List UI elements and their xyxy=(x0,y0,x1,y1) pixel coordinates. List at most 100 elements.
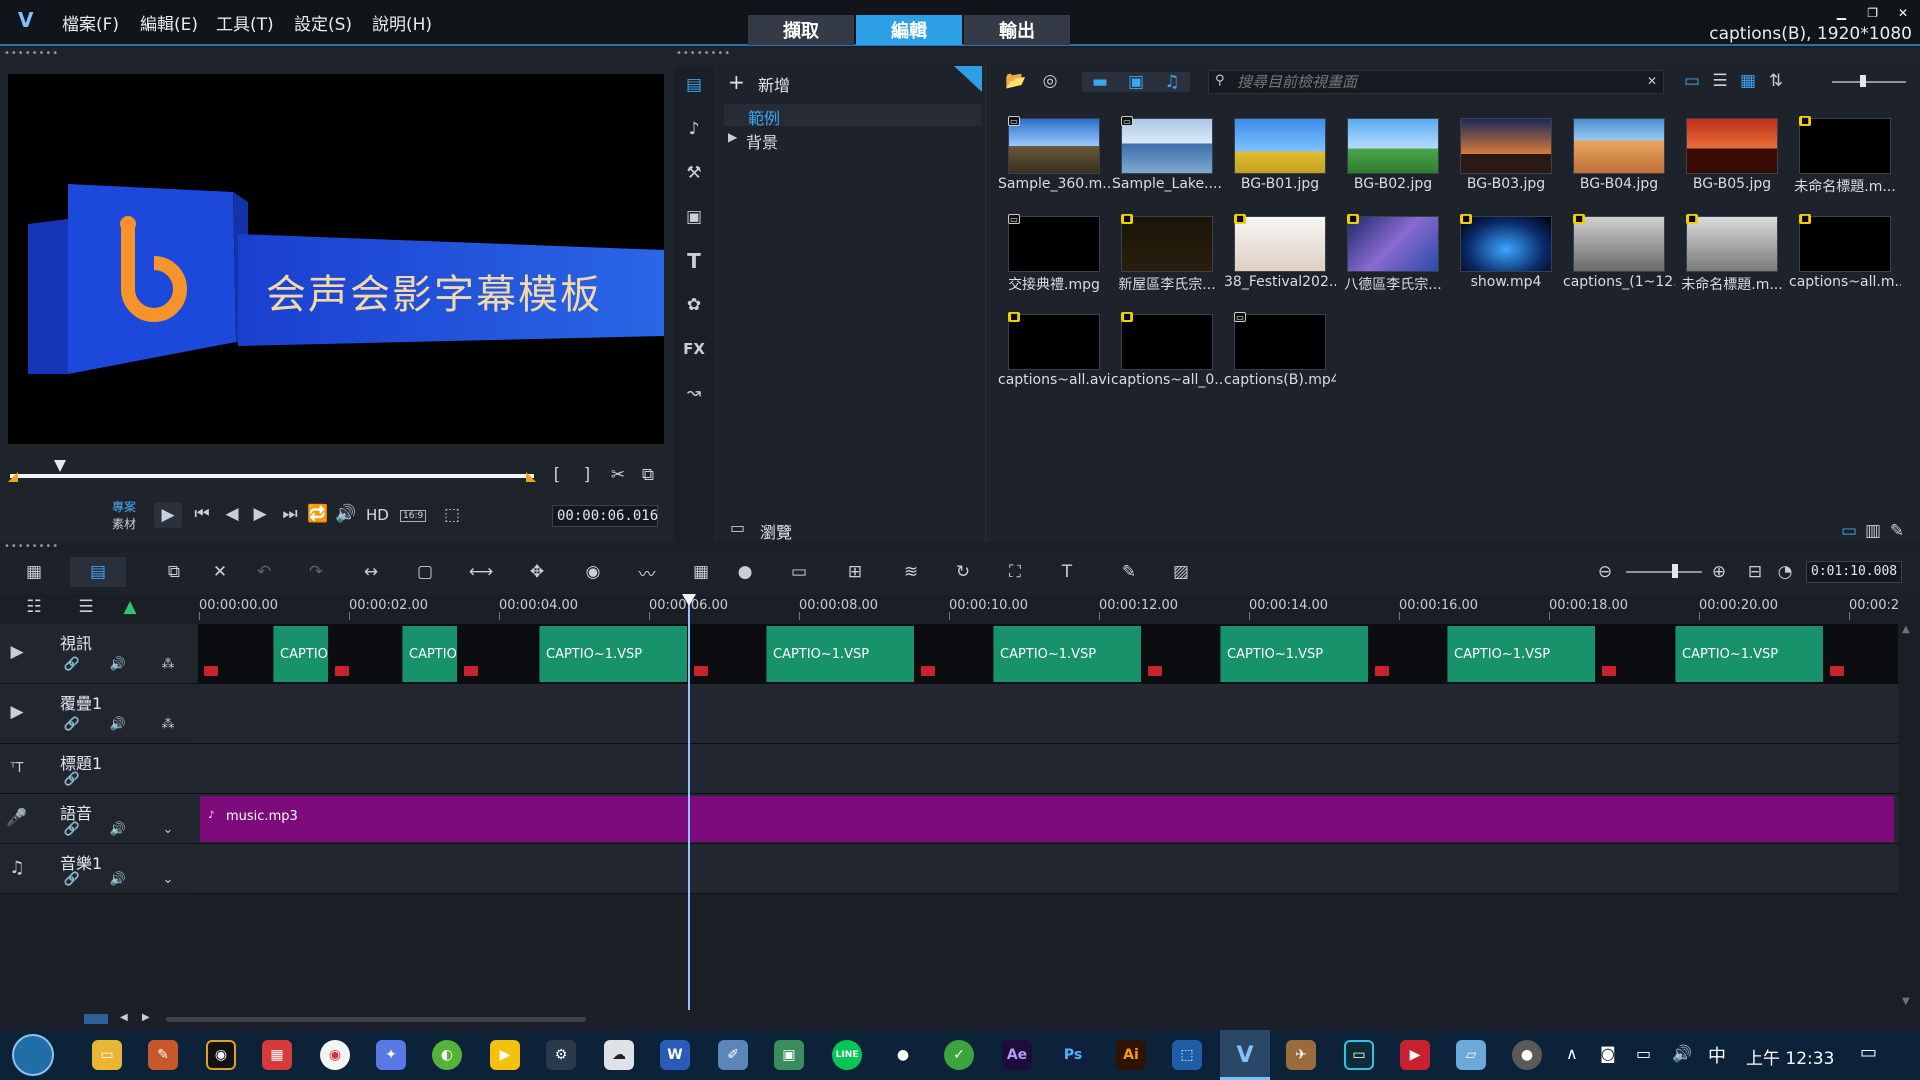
empty-gap[interactable] xyxy=(329,626,401,682)
expand-icon[interactable]: ⌄ xyxy=(158,820,178,838)
library-thumbnail[interactable]: BG-B02.jpg xyxy=(1337,114,1449,210)
prev-frame-icon[interactable]: ◀ xyxy=(222,504,242,524)
mask-icon[interactable]: ▢ xyxy=(410,559,440,585)
link-icon[interactable]: 🔗 xyxy=(62,714,82,734)
photoshop-icon[interactable]: Ps xyxy=(1058,1040,1088,1070)
path-icon[interactable]: ↝ xyxy=(680,380,708,406)
instant-project-icon[interactable]: ♪ xyxy=(680,116,708,142)
preview-screen[interactable]: 会声会影字幕模板 xyxy=(8,74,664,444)
leaf-app-icon[interactable]: ✓ xyxy=(944,1040,974,1070)
subtitle-editor-icon[interactable]: ▭ xyxy=(784,559,814,585)
track-manager-icon[interactable]: ⧉ xyxy=(160,559,188,585)
library-thumbnail[interactable]: ▭ Sample_360.m... xyxy=(998,114,1110,210)
browse-label[interactable]: 瀏覽 xyxy=(760,519,792,543)
motion-icon[interactable]: ✥ xyxy=(522,559,552,585)
voice-clip[interactable]: ♪ music.mp3 xyxy=(200,796,1894,842)
library-thumbnail[interactable]: ■ captions~all_0... xyxy=(1111,310,1223,406)
split-screen-icon[interactable]: ⊞ xyxy=(840,559,870,585)
go-end-icon[interactable]: ⏭ xyxy=(280,504,300,524)
project-duration[interactable]: 0:01:10.008 xyxy=(1806,561,1902,583)
tab-edit[interactable]: 編輯 xyxy=(856,15,962,45)
tools-icon[interactable]: ✕ xyxy=(206,559,234,585)
split-clip-icon[interactable]: ✂ xyxy=(608,465,628,485)
mark-in-icon[interactable]: [ xyxy=(548,465,566,485)
red-play-icon[interactable]: ▶ xyxy=(1400,1040,1430,1070)
tray-expand-icon[interactable]: ∧ xyxy=(1566,1044,1578,1063)
player-app-icon[interactable]: ▶ xyxy=(490,1040,520,1070)
screen-record-icon[interactable]: ▨ xyxy=(1166,559,1196,585)
empty-gap[interactable] xyxy=(1596,626,1674,682)
options-panel-icon[interactable]: ▥ xyxy=(1862,521,1884,541)
library-thumbnail[interactable]: BG-B04.jpg xyxy=(1563,114,1675,210)
library-thumbnail[interactable]: ■ show.mp4 xyxy=(1450,212,1562,308)
capture-app-icon[interactable]: ⬚ xyxy=(1172,1040,1202,1070)
timeline-zoom-icon[interactable] xyxy=(84,1014,108,1024)
track-row-overlay[interactable] xyxy=(198,684,1898,744)
link-icon[interactable]: 🔗 xyxy=(62,820,82,838)
videostudio-icon[interactable]: V xyxy=(1230,1040,1260,1070)
camera-tray-icon[interactable]: ◙ xyxy=(1600,1044,1616,1063)
timeline-area[interactable]: 00:00:00.00 00:00:02.00 00:00:04.00 00:00:0… xyxy=(198,594,1899,1010)
storyboard-view-icon[interactable]: ▦ xyxy=(18,559,50,585)
show-photo-icon[interactable]: ▣ xyxy=(1122,72,1150,92)
video-clip[interactable]: CAPTIO~1.VSP xyxy=(1447,626,1595,682)
scroll-down-icon[interactable]: ▼ xyxy=(1902,996,1910,1007)
mode-clip[interactable]: 素材 xyxy=(112,515,136,532)
thumb-size-handle[interactable] xyxy=(1860,75,1866,87)
time-ruler[interactable]: 00:00:00.00 00:00:02.00 00:00:04.00 00:00:0… xyxy=(198,594,1899,624)
cloud-app-icon[interactable]: ☁ xyxy=(604,1040,634,1070)
minimize-icon[interactable]: ▁ xyxy=(1837,6,1846,20)
empty-gap[interactable] xyxy=(1824,626,1898,682)
add-folder-icon[interactable]: + xyxy=(728,70,745,94)
library-thumbnail[interactable]: ■ captions~all.m... xyxy=(1789,212,1901,308)
notification-icon[interactable]: ▭ xyxy=(1860,1042,1877,1063)
zoom-in-icon[interactable]: ⊕ xyxy=(1708,561,1730,583)
illustrator-icon[interactable]: Ai xyxy=(1116,1040,1146,1070)
library-thumbnail[interactable]: ■ 新屋區李氏宗... xyxy=(1111,212,1223,308)
enlarge-preview-icon[interactable]: ⧉ xyxy=(638,465,658,485)
empty-gap[interactable] xyxy=(688,626,765,682)
redo-icon[interactable]: ↷ xyxy=(302,559,330,585)
list-view-icon[interactable]: ☰ xyxy=(1708,70,1732,92)
zoom-handle[interactable] xyxy=(1672,564,1678,578)
thumbnail-view-icon[interactable]: ▭ xyxy=(1680,70,1704,92)
play-button[interactable]: ▶ xyxy=(154,502,182,528)
title-icon[interactable]: T xyxy=(680,248,708,274)
video-clip[interactable]: CAPTIO~1.VSP xyxy=(1220,626,1368,682)
brush-app-icon[interactable]: ✐ xyxy=(718,1040,748,1070)
monitor-app-icon[interactable]: ▭ xyxy=(1344,1040,1374,1070)
mode-project[interactable]: 專案 xyxy=(112,498,136,515)
video-clip[interactable]: CAPTIO~1.VSP xyxy=(766,626,914,682)
video-clip[interactable]: CAPTIO~1.VSP xyxy=(539,626,687,682)
video-clip[interactable]: CAPTIO xyxy=(273,626,328,682)
audio-waveform-icon[interactable]: 〰 xyxy=(632,559,662,585)
paint-app-icon[interactable]: ✎ xyxy=(148,1040,178,1070)
title-3d-icon[interactable]: T xyxy=(1052,559,1082,585)
photo-app-icon[interactable]: ▦ xyxy=(262,1040,292,1070)
track-row-video[interactable]: CAPTIO CAPTIO CAPTIO~1.VSP CAPTIO~1.VSP CAPT… xyxy=(198,624,1898,684)
vertical-scrollbar[interactable]: ▲ ▼ xyxy=(1900,624,1914,1010)
library-thumbnail[interactable]: ■ 未命名標題.m... xyxy=(1789,114,1901,210)
network-app-icon[interactable]: ✦ xyxy=(376,1040,406,1070)
video-clip[interactable]: CAPTIO~1.VSP xyxy=(1675,626,1823,682)
restore-icon[interactable]: ❐ xyxy=(1867,6,1878,20)
library-thumbnail[interactable]: ■ 八德區李氏宗... xyxy=(1337,212,1449,308)
grid-icon[interactable]: ⁂ xyxy=(158,654,178,674)
mute-icon[interactable]: 🔊 xyxy=(108,714,128,734)
chrome-icon[interactable]: ◉ xyxy=(320,1040,350,1070)
tab-share[interactable]: 輸出 xyxy=(964,15,1070,45)
crop-icon[interactable]: ⬚ xyxy=(440,505,464,525)
library-thumbnail[interactable]: BG-B05.jpg xyxy=(1676,114,1788,210)
show-all-tracks-icon[interactable]: ☷ xyxy=(18,594,50,620)
link-icon[interactable]: 🔗 xyxy=(62,870,82,888)
start-button-icon[interactable] xyxy=(12,1034,54,1076)
volume-icon[interactable]: 🔊 xyxy=(335,504,356,524)
link-icon[interactable]: 🔗 xyxy=(62,654,82,674)
rotate-icon[interactable]: ↻ xyxy=(948,559,978,585)
zoom-slider[interactable] xyxy=(1626,571,1702,573)
paint-icon[interactable]: ✎ xyxy=(1114,559,1144,585)
trim-icon[interactable]: ⟷ xyxy=(466,559,496,585)
library-thumbnail[interactable]: ■ 38_Festival202... xyxy=(1224,212,1336,308)
expand-icon[interactable]: ⌄ xyxy=(158,870,178,888)
green-app-icon[interactable]: ◐ xyxy=(432,1040,462,1070)
